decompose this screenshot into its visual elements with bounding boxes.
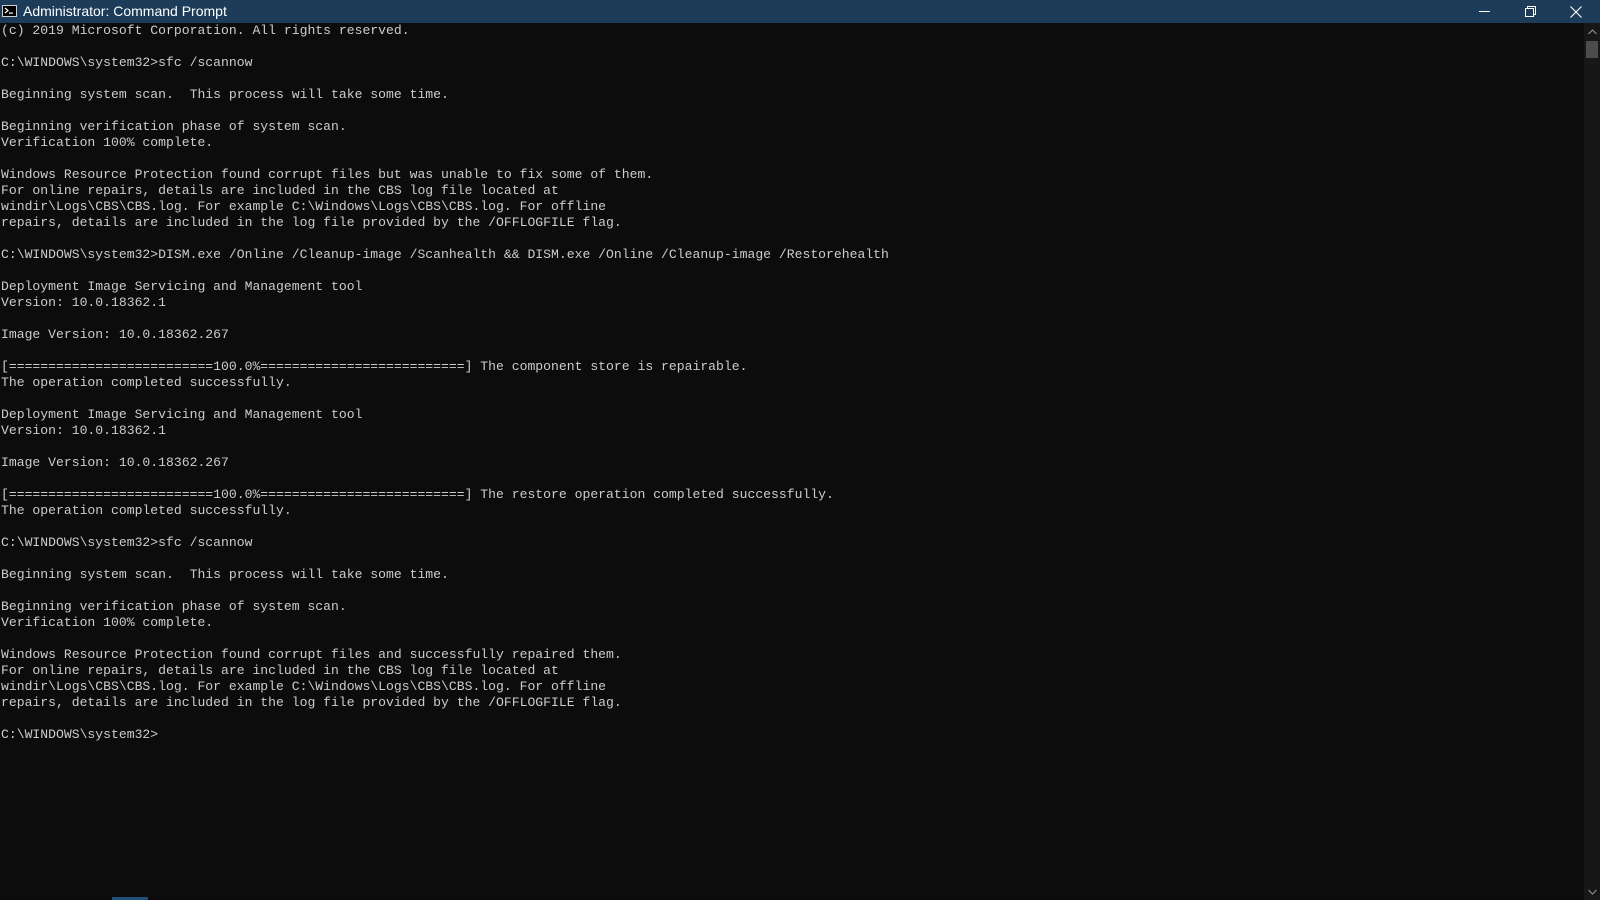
console-line: C:\WINDOWS\system32>sfc /scannow [1, 535, 253, 550]
scroll-down-button[interactable] [1584, 883, 1600, 900]
command-prompt-window: Administrator: Command Prompt (c) 2019 M… [0, 0, 1600, 900]
close-icon [1570, 5, 1582, 18]
minimize-button[interactable] [1461, 0, 1507, 23]
console-line: Image Version: 10.0.18362.267 [1, 455, 229, 470]
close-button[interactable] [1553, 0, 1599, 23]
console-line: Beginning verification phase of system s… [1, 119, 347, 134]
console-line: [==========================100.0%=======… [1, 487, 834, 502]
command-prompt-icon[interactable] [2, 5, 17, 17]
console-line: Deployment Image Servicing and Managemen… [1, 407, 363, 422]
horizontal-scroll-area [0, 895, 1584, 900]
console-line: The operation completed successfully. [1, 375, 292, 390]
console-line: For online repairs, details are included… [1, 183, 559, 198]
console-line: Windows Resource Protection found corrup… [1, 167, 654, 182]
console-line: repairs, details are included in the log… [1, 215, 622, 230]
console-line: windir\Logs\CBS\CBS.log. For example C:\… [1, 199, 607, 214]
console-line: C:\WINDOWS\system32> [1, 727, 159, 742]
console-line: (c) 2019 Microsoft Corporation. All righ… [1, 23, 410, 38]
chevron-up-icon [1587, 28, 1597, 34]
restore-button[interactable] [1507, 0, 1553, 23]
console-line: windir\Logs\CBS\CBS.log. For example C:\… [1, 679, 607, 694]
console-output[interactable]: (c) 2019 Microsoft Corporation. All righ… [0, 23, 1584, 895]
console-line: Beginning system scan. This process will… [1, 87, 449, 102]
scrollbar-thumb[interactable] [1586, 41, 1598, 58]
console-line: The operation completed successfully. [1, 503, 292, 518]
console-line: Image Version: 10.0.18362.267 [1, 327, 229, 342]
console-line: Beginning system scan. This process will… [1, 567, 449, 582]
scroll-up-button[interactable] [1584, 23, 1600, 40]
minimize-icon [1478, 11, 1490, 12]
console-line: Verification 100% complete. [1, 135, 214, 150]
console-line: [==========================100.0%=======… [1, 359, 748, 374]
console-line: For online repairs, details are included… [1, 663, 559, 678]
console-line: Version: 10.0.18362.1 [1, 295, 167, 310]
chevron-down-icon [1587, 889, 1597, 895]
console-line: Deployment Image Servicing and Managemen… [1, 279, 363, 294]
title-bar[interactable]: Administrator: Command Prompt [0, 0, 1600, 23]
console-line: repairs, details are included in the log… [1, 695, 622, 710]
restore-icon [1524, 6, 1536, 17]
console-line: Beginning verification phase of system s… [1, 599, 347, 614]
console-line: Version: 10.0.18362.1 [1, 423, 167, 438]
console-lines: (c) 2019 Microsoft Corporation. All righ… [0, 23, 889, 743]
console-line: Verification 100% complete. [1, 615, 214, 630]
vertical-scrollbar[interactable] [1584, 23, 1600, 900]
console-line: C:\WINDOWS\system32>sfc /scannow [1, 55, 253, 70]
window-title: Administrator: Command Prompt [23, 3, 227, 19]
console-line: Windows Resource Protection found corrup… [1, 647, 622, 662]
console-line: C:\WINDOWS\system32>DISM.exe /Online /Cl… [1, 247, 889, 262]
